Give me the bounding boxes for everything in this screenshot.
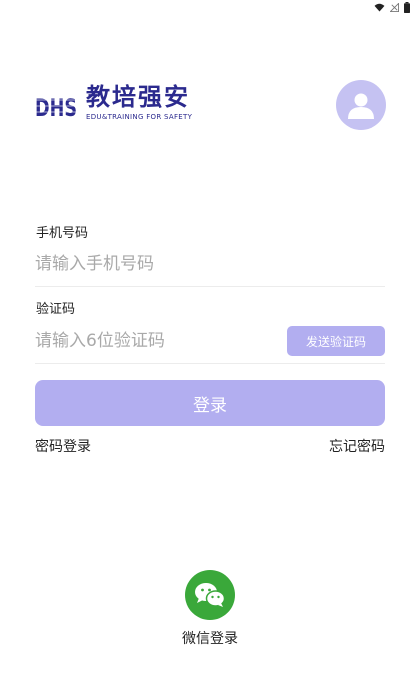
send-code-button[interactable]: 发送验证码	[287, 326, 385, 356]
brand-name: 教培强安	[86, 82, 190, 111]
battery-icon	[404, 1, 410, 13]
signal-icon	[390, 2, 399, 12]
brand-tagline: EDU&TRAINING FOR SAFETY	[86, 113, 193, 121]
brand: DHS 教培强安 EDU&TRAINING FOR SAFETY	[34, 80, 192, 124]
password-login-link[interactable]: 密码登录	[35, 436, 91, 456]
code-label: 验证码	[36, 302, 76, 317]
wifi-icon	[374, 3, 385, 12]
code-input[interactable]	[35, 326, 235, 356]
logo-letters: DHS	[35, 94, 77, 122]
wechat-icon	[195, 583, 226, 607]
phone-input[interactable]	[35, 249, 235, 279]
wechat-login-label: 微信登录	[182, 631, 238, 647]
forgot-password-link[interactable]: 忘记密码	[329, 436, 385, 456]
dhs-logo-icon: DHS	[35, 93, 77, 122]
user-icon	[348, 93, 374, 119]
avatar[interactable]	[336, 80, 386, 130]
status-bar	[374, 0, 410, 14]
brand-text: 教培强安 EDU&TRAINING FOR SAFETY	[86, 82, 193, 122]
login-button[interactable]: 登录	[35, 380, 385, 426]
phone-divider	[35, 286, 385, 287]
phone-label: 手机号码	[36, 226, 89, 241]
code-divider	[35, 363, 385, 364]
wechat-login-button[interactable]	[185, 570, 235, 620]
